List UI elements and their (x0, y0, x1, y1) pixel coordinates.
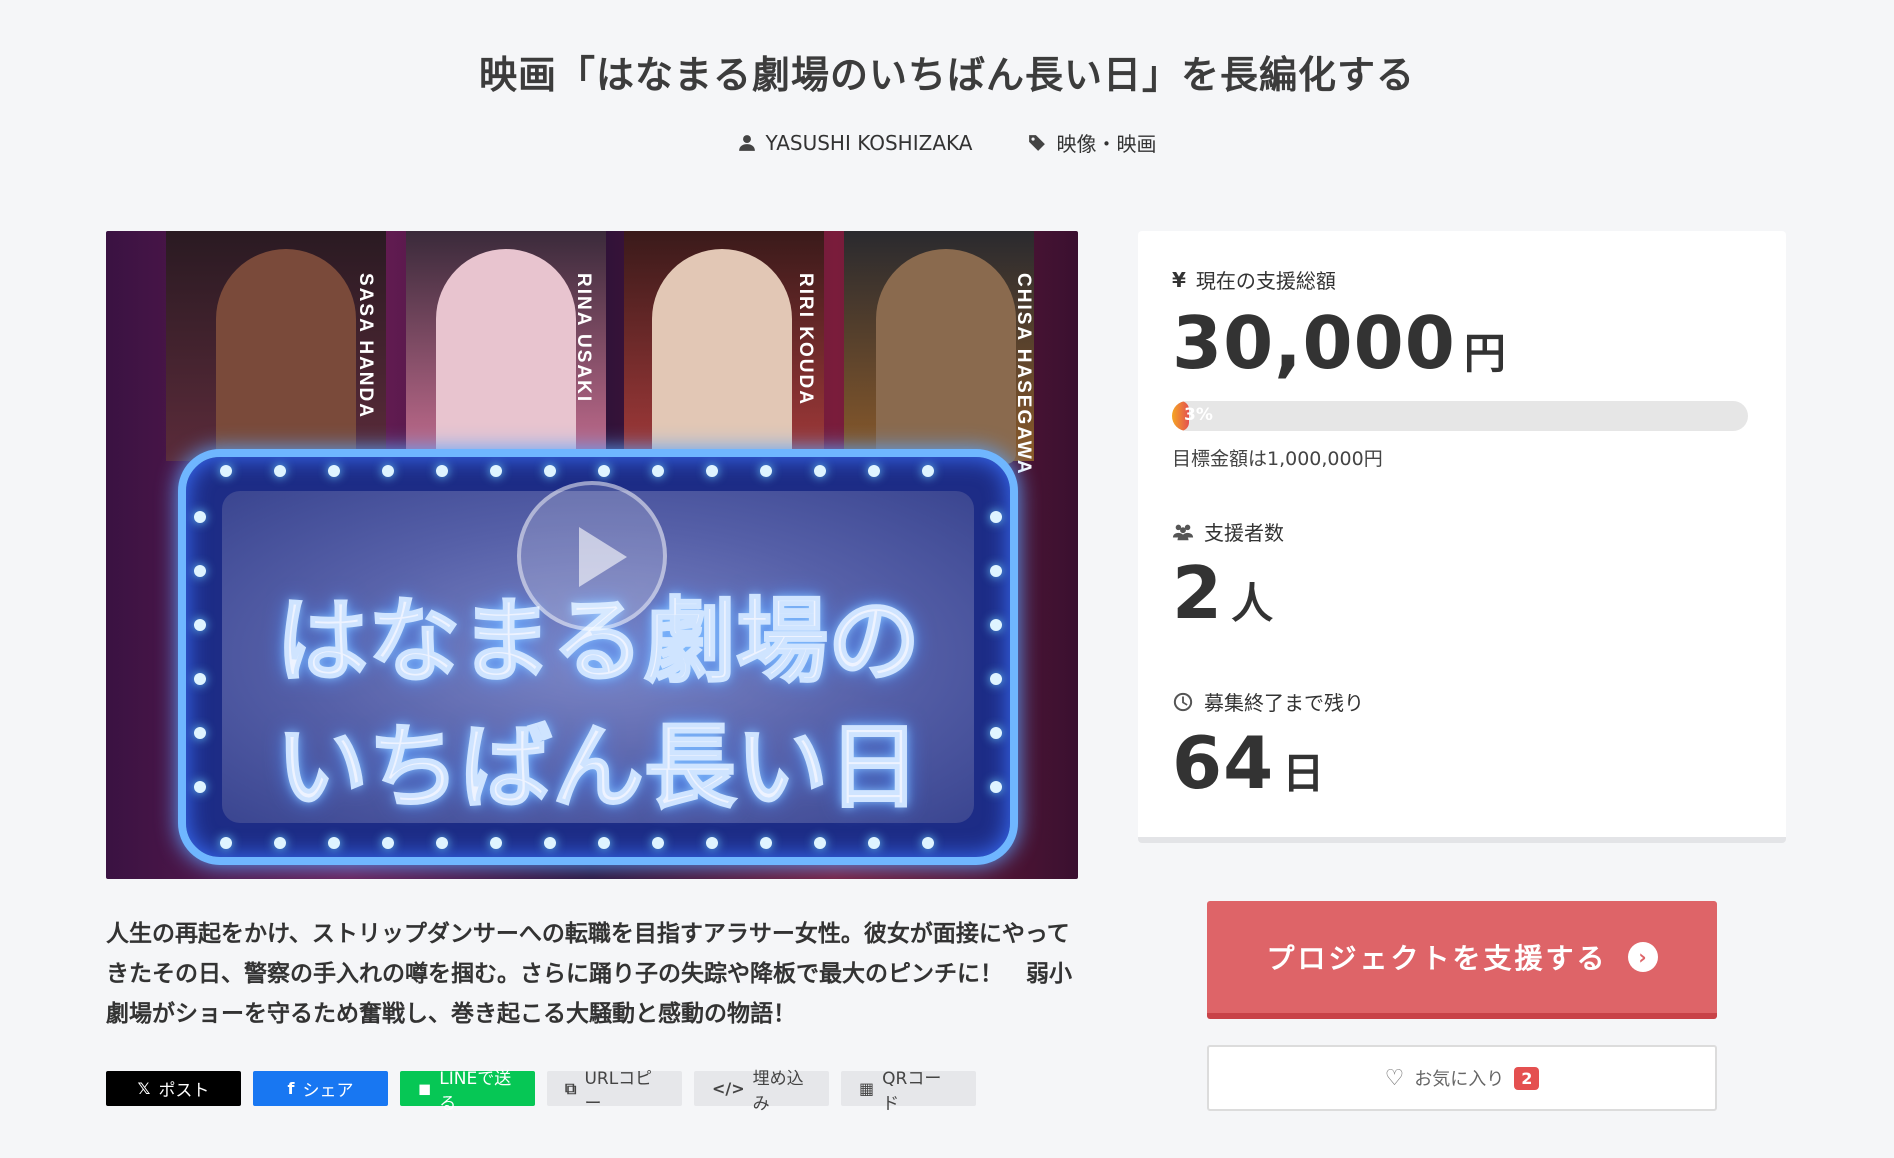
marquee-bulb (706, 837, 718, 849)
marquee-bulb (194, 727, 206, 739)
marquee-bulb (490, 465, 502, 477)
amount-value: 30,000 円 (1172, 301, 1506, 385)
remaining-value: 64 日 (1172, 721, 1325, 805)
share-line-button[interactable]: ◼ LINEで送る (400, 1069, 535, 1114)
marquee-bulb (990, 619, 1002, 631)
marquee-bulb (760, 837, 772, 849)
chevron-right-icon: › (1627, 942, 1658, 972)
author-name: YASUSHI KOSHIZAKA (765, 130, 973, 155)
marquee-bulb (868, 465, 880, 477)
play-icon[interactable] (517, 481, 667, 631)
x-logo-icon: 𝕏 (137, 1079, 151, 1098)
copy-icon: ⧉ (565, 1078, 577, 1098)
cast-name: SASA HANDA (355, 273, 376, 419)
marquee-bulb (194, 673, 206, 685)
project-meta: YASUSHI KOSHIZAKA 映像・映画 (0, 128, 1894, 157)
copy-url-label: URLコピー (584, 1068, 653, 1114)
marquee-bulb (436, 465, 448, 477)
category-link[interactable]: 映像・映画 (1028, 128, 1156, 157)
qr-code-button[interactable]: ▦ QRコード (841, 1069, 976, 1114)
line-icon: ◼ (418, 1079, 432, 1098)
cast-portrait (876, 249, 1016, 464)
users-icon (1172, 524, 1194, 540)
favorite-count-badge: 2 (1514, 1066, 1540, 1090)
marquee-bulb (922, 837, 934, 849)
supporters-label: 支援者数 (1172, 517, 1284, 546)
marquee-bulb (382, 837, 394, 849)
qr-code-icon: ▦ (859, 1079, 875, 1098)
goal-amount: 目標金額は1,000,000円 (1172, 448, 1383, 470)
marquee-bulb (990, 673, 1002, 685)
funding-stats-card: ¥ 現在の支援総額 30,000 円 3% 目標金額は1,000,000円 支援… (1138, 231, 1786, 843)
marquee-bulb (274, 465, 286, 477)
marquee-bulb (814, 465, 826, 477)
copy-url-button[interactable]: ⧉ URLコピー (547, 1069, 682, 1114)
cast-portrait (216, 249, 356, 464)
marquee-bulb (194, 511, 206, 523)
marquee-bulb (328, 465, 340, 477)
share-facebook-button[interactable]: f シェア (253, 1071, 388, 1106)
marquee-bulb (220, 837, 232, 849)
marquee-bulb (194, 619, 206, 631)
marquee-bulb (544, 465, 556, 477)
share-line-label: LINEで送る (439, 1068, 512, 1114)
marquee-bulb (760, 465, 772, 477)
heart-icon: ♡ (1384, 1065, 1405, 1091)
tag-icon (1029, 134, 1046, 151)
marquee-bulb (436, 837, 448, 849)
marquee-bulb (598, 465, 610, 477)
clock-icon (1173, 692, 1193, 711)
cast-name: CHISA HASEGAWA (1013, 273, 1034, 476)
project-video[interactable]: SASA HANDA RINA USAKI RIRI KOUDA CHISA H… (106, 231, 1078, 879)
share-x-label: ポスト (158, 1081, 210, 1101)
embed-label: 埋め込み (752, 1068, 804, 1114)
cast-portrait (652, 249, 792, 464)
facebook-icon: f (287, 1079, 295, 1098)
cast-name: RINA USAKI (573, 273, 594, 404)
marquee-bulb (990, 565, 1002, 577)
cast-name: RIRI KOUDA (795, 273, 816, 406)
marquee-bulb (328, 837, 340, 849)
progress-bar: 3% (1172, 401, 1748, 431)
marquee-bulb (990, 511, 1002, 523)
code-icon: </> (712, 1079, 745, 1098)
supporters-value: 2 人 (1172, 551, 1274, 635)
marquee-bulb (598, 837, 610, 849)
marquee-bulb (194, 565, 206, 577)
embed-button[interactable]: </> 埋め込み (694, 1069, 829, 1114)
cast-portrait (436, 249, 576, 464)
qr-code-label: QRコード (882, 1068, 942, 1114)
marquee-bulb (814, 837, 826, 849)
marquee-bulb (382, 465, 394, 477)
marquee-bulb (652, 837, 664, 849)
support-project-button[interactable]: プロジェクトを支援する › (1207, 901, 1717, 1019)
marquee-bulb (922, 465, 934, 477)
yen-icon: ¥ (1172, 267, 1186, 292)
author-link[interactable]: YASUSHI KOSHIZAKA (738, 128, 973, 157)
project-description: 人生の再起をかけ、ストリップダンサーへの転職を目指すアラサー女性。彼女が面接にや… (106, 921, 1072, 1027)
marquee-bulb (490, 837, 502, 849)
favorite-button[interactable]: ♡ お気に入り 2 (1207, 1045, 1717, 1111)
marquee-bulb (990, 727, 1002, 739)
marquee-bulb (194, 781, 206, 793)
amount-label: ¥ 現在の支援総額 (1172, 267, 1336, 294)
remaining-label: 募集終了まで残り (1172, 687, 1364, 716)
support-project-label: プロジェクトを支援する (1266, 942, 1608, 975)
share-x-button[interactable]: 𝕏 ポスト (106, 1071, 241, 1106)
share-facebook-label: シェア (302, 1081, 354, 1101)
marquee-bulb (868, 837, 880, 849)
marquee-bulb (544, 837, 556, 849)
marquee-bulb (220, 465, 232, 477)
share-buttons: 𝕏 ポスト f シェア ◼ LINEで送る ⧉ URLコピー </> 埋め込み … (106, 1069, 976, 1114)
marquee-bulb (706, 465, 718, 477)
favorite-label: お気に入り (1414, 1069, 1505, 1090)
page-title: 映画「はなまる劇場のいちばん長い日」を長編化する (478, 53, 1415, 97)
progress-percent: 3% (1184, 405, 1213, 425)
user-icon (738, 134, 755, 151)
category-name: 映像・映画 (1056, 132, 1157, 156)
marquee-bulb (652, 465, 664, 477)
marquee-bulb (990, 781, 1002, 793)
marquee-bulb (274, 837, 286, 849)
